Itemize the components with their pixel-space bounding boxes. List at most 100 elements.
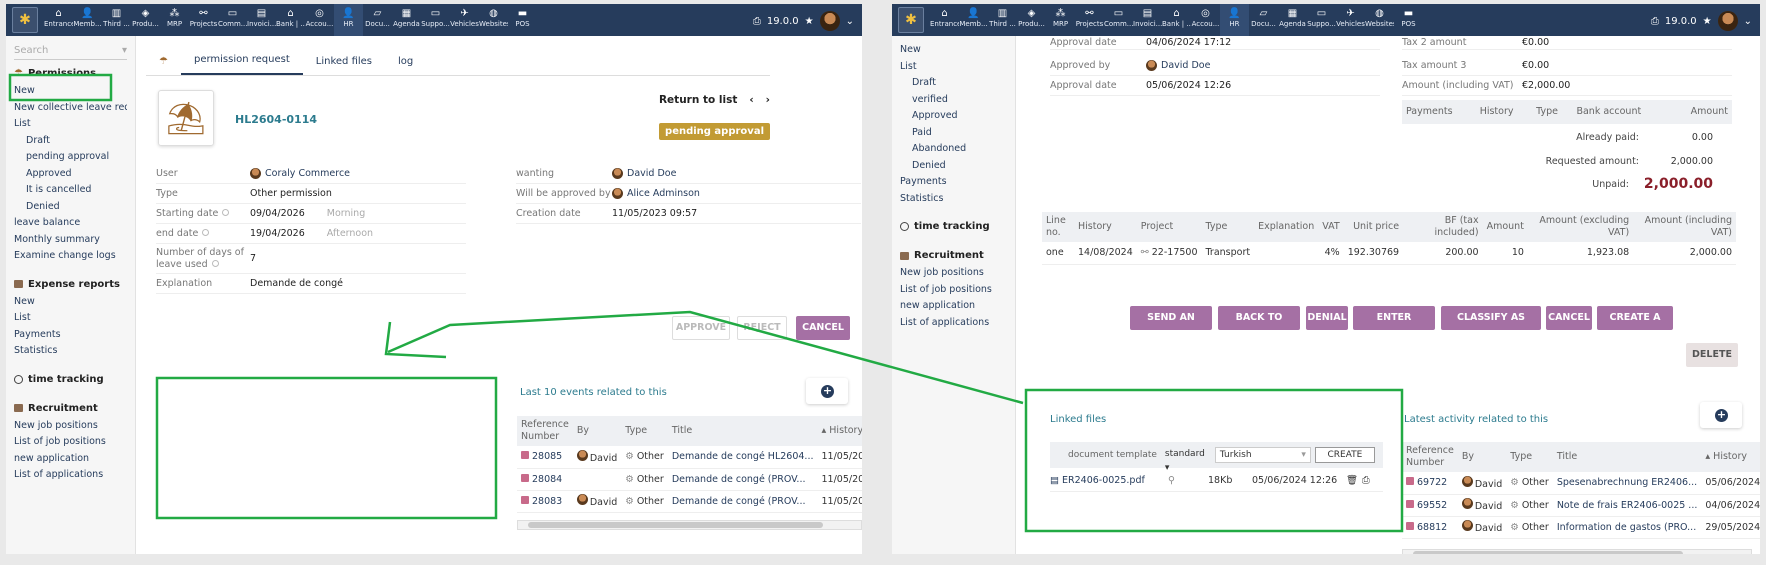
reference-link[interactable]: 28085	[532, 451, 562, 462]
menu-item-hr[interactable]: 👤 HR	[1220, 4, 1249, 36]
reference-link[interactable]: 68812	[1417, 522, 1447, 533]
action-button-0[interactable]: SEND AN EMAIL	[1130, 306, 1212, 347]
sidebar-item[interactable]: List	[14, 310, 127, 327]
sidebar-item[interactable]: Statistics	[14, 343, 127, 360]
user-link[interactable]: Coraly Commerce	[265, 168, 350, 179]
menu-item-pos[interactable]: ▬ POS	[508, 4, 537, 36]
col-type[interactable]: Type	[621, 416, 668, 446]
sidebar-item[interactable]: New job positions	[900, 265, 1007, 282]
menu-item-cubes[interactable]: ⁂ MRP	[1046, 4, 1075, 36]
menu-item-document[interactable]: ▱ Docu...	[1249, 4, 1278, 36]
title-cell[interactable]: Spesenabrechnung ER2406...	[1552, 472, 1702, 495]
menu-item-globe[interactable]: ◍ Websites	[479, 4, 508, 36]
sidebar-item[interactable]: Denied	[900, 158, 1007, 175]
print-icon[interactable]: ⎙	[753, 16, 761, 27]
sidebar-item[interactable]: Abandoned	[900, 141, 1007, 158]
sidebar-item[interactable]: List of applications	[14, 467, 127, 484]
menu-item-cube[interactable]: ◈ Produ...	[1017, 4, 1046, 36]
sidebar-item[interactable]: new application	[900, 298, 1007, 315]
menu-item-member[interactable]: 👤 Memb...	[73, 4, 102, 36]
table-row[interactable]: 68812 David ⚙ Other Information de gastos (…	[1402, 516, 1760, 539]
menu-item-agenda[interactable]: ▦ Agenda	[1278, 4, 1307, 36]
menu-item-projects[interactable]: ⚯ Projects	[189, 4, 218, 36]
sidebar-item[interactable]: Paid	[900, 125, 1007, 142]
menu-item-vehicle[interactable]: ✈ Vehicles	[450, 4, 479, 36]
table-row[interactable]: 28085 David ⚙ Other Demande de congé HL2604…	[517, 446, 862, 469]
menu-item-commerce[interactable]: ▭ Comm...	[1104, 4, 1133, 36]
sidebar-item[interactable]: List of job positions	[900, 282, 1007, 299]
menu-item-invoice[interactable]: ▤ Invoici...	[247, 4, 276, 36]
menu-item-bank[interactable]: ⌂ Bank | ...	[276, 4, 305, 36]
app-logo-icon[interactable]: ✱	[898, 7, 924, 33]
menu-item-hr[interactable]: 👤 HR	[334, 4, 363, 36]
col-title[interactable]: Title	[667, 416, 818, 446]
title-cell[interactable]: Demande de congé HL2604...	[667, 446, 818, 469]
menu-item-cube[interactable]: ◈ Produ...	[131, 4, 160, 36]
chevron-down-icon[interactable]: ⌄	[846, 16, 854, 27]
table-row[interactable]: 28084 ⚙ Other Demande de congé (PROV... 11/…	[517, 468, 862, 491]
menu-item-cubes[interactable]: ⁂ MRP	[160, 4, 189, 36]
approver-link[interactable]: Alice Adminson	[627, 188, 700, 199]
title-cell[interactable]: Information de gastos (PRO...	[1552, 516, 1702, 539]
sidebar-item[interactable]: pending approval	[14, 149, 127, 166]
reject-button[interactable]: REJECT	[737, 316, 787, 340]
sidebar-section-expense-reports[interactable]: Expense reports	[14, 279, 127, 290]
reference-cell[interactable]: 28083	[517, 490, 573, 513]
sidebar-item[interactable]: Denied	[14, 199, 127, 216]
title-cell[interactable]: Demande de congé (PROV...	[667, 468, 818, 491]
sidebar-section-recruitment[interactable]: Recruitment	[900, 250, 1007, 261]
menu-item-home[interactable]: ⌂ Entrance	[44, 4, 73, 36]
table-row[interactable]: 69552 David ⚙ Other Note de frais ER2406-00…	[1402, 494, 1760, 517]
menu-item-bank[interactable]: ⌂ Bank | ...	[1162, 4, 1191, 36]
table-row[interactable]: 69722 David ⚙ Other Spesenabrechnung ER2406…	[1402, 472, 1760, 495]
preview-icon[interactable]: ⚲	[1168, 475, 1208, 486]
sidebar-item[interactable]: Approved	[900, 108, 1007, 125]
sidebar-item[interactable]: Draft	[900, 75, 1007, 92]
menu-item-member[interactable]: 👤 Memb...	[959, 4, 988, 36]
action-button-4[interactable]: CLASSIFY AS 'PAID'	[1441, 306, 1541, 347]
sidebar-item[interactable]: List	[14, 116, 127, 133]
cancel-button[interactable]: CANCEL	[796, 316, 850, 340]
menu-item-document[interactable]: ▱ Docu...	[363, 4, 392, 36]
reference-cell[interactable]: 69722	[1402, 472, 1458, 495]
reference-link[interactable]: 69722	[1417, 477, 1447, 488]
search-input[interactable]: Search ▾	[14, 42, 127, 60]
app-logo-icon[interactable]: ✱	[12, 7, 38, 33]
sidebar-item[interactable]: Approved	[14, 166, 127, 183]
sidebar-section-time-tracking[interactable]: time tracking	[900, 221, 1007, 232]
col-type[interactable]: Type	[1506, 442, 1553, 472]
col-by[interactable]: By	[572, 416, 622, 446]
user-avatar[interactable]	[819, 11, 840, 31]
menu-item-accounting[interactable]: ◎ Accou...	[1191, 4, 1220, 36]
reference-link[interactable]: 69552	[1417, 500, 1447, 511]
col-history[interactable]: ▴ History	[817, 416, 862, 446]
approved-by-link[interactable]: David Doe	[1161, 60, 1210, 71]
sidebar-item[interactable]: New job positions	[14, 418, 127, 435]
sidebar-item[interactable]: Payments	[14, 327, 127, 344]
sidebar-section-recruitment[interactable]: Recruitment	[14, 403, 127, 414]
user-avatar[interactable]	[1717, 11, 1738, 31]
menu-item-vehicle[interactable]: ✈ Vehicles	[1336, 4, 1365, 36]
previous-record-icon[interactable]: ‹	[749, 94, 753, 106]
tab-icon[interactable]: ☂	[146, 56, 181, 75]
col-reference[interactable]: Reference Number	[517, 416, 573, 446]
col-by[interactable]: By	[1457, 442, 1507, 472]
sidebar-item[interactable]: New	[14, 83, 127, 100]
action-button-5[interactable]: CANCEL	[1546, 306, 1592, 330]
table-row[interactable]: one 14/08/2024 ⚯ 22-17500 Transport 4% 1…	[1042, 242, 1736, 265]
sidebar-item[interactable]: Statistics	[900, 191, 1007, 208]
horizontal-scrollbar[interactable]	[1402, 549, 1752, 554]
reference-link[interactable]: 28084	[532, 474, 562, 485]
sidebar-item[interactable]: New collective leave requ...	[14, 100, 127, 117]
title-cell[interactable]: Note de frais ER2406-0025 ...	[1552, 494, 1702, 517]
horizontal-scrollbar[interactable]	[517, 520, 862, 530]
col-reference[interactable]: Reference Number	[1402, 442, 1458, 472]
sidebar-item[interactable]: Examine change logs	[14, 248, 127, 265]
sidebar-item[interactable]: List of applications	[900, 315, 1007, 332]
sidebar-item[interactable]: Payments	[900, 174, 1007, 191]
sidebar-item[interactable]: List	[900, 59, 1007, 76]
action-button-2[interactable]: DENIAL	[1306, 306, 1348, 330]
reference-cell[interactable]: 28085	[517, 446, 573, 469]
action-button-6[interactable]: CREATE A COPY	[1597, 306, 1673, 347]
menu-item-invoice[interactable]: ▤ Invoici...	[1133, 4, 1162, 36]
